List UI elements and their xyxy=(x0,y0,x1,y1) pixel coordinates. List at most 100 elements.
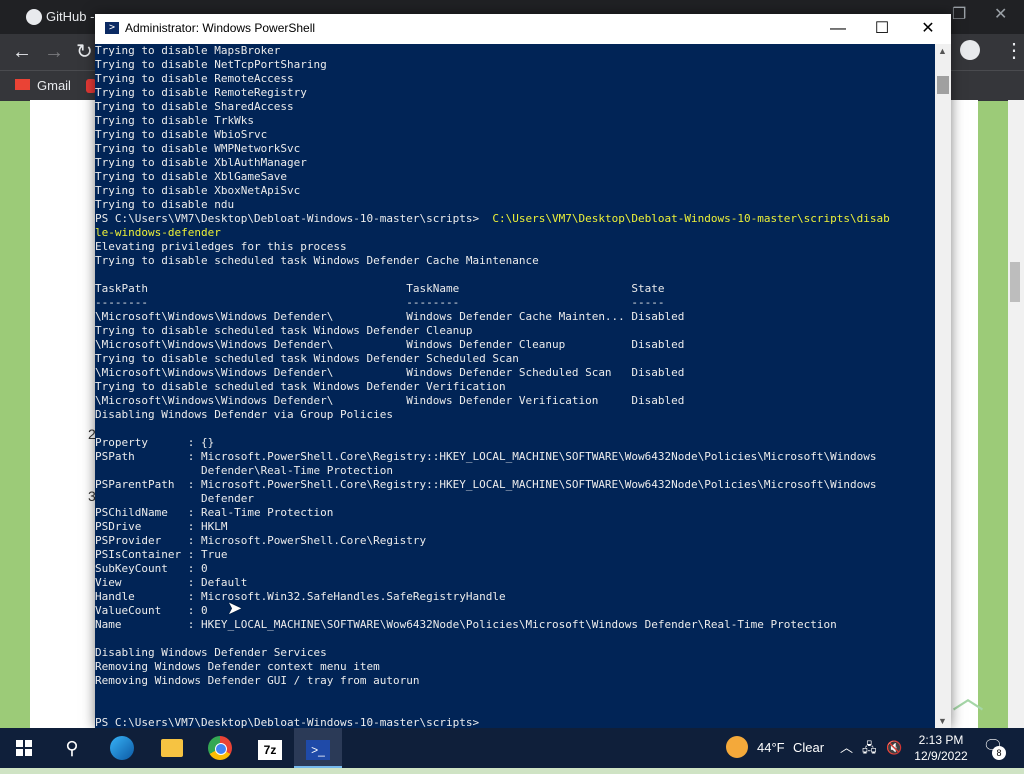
maximize-button[interactable]: ☐ xyxy=(860,17,904,41)
console-line-text: Disabling Windows Defender Services xyxy=(95,646,327,659)
console-line-text: PSPath : Microsoft.PowerShell.Core\Regis… xyxy=(95,450,877,463)
console-line: PS C:\Users\VM7\Desktop\Debloat-Windows-… xyxy=(95,716,935,728)
weather-moon-icon[interactable] xyxy=(726,736,748,758)
taskbar-chrome[interactable] xyxy=(196,728,244,768)
console-line-text: \Microsoft\Windows\Windows Defender\ Win… xyxy=(95,338,685,351)
console-line-text: Trying to disable SharedAccess xyxy=(95,100,294,113)
taskbar-edge[interactable] xyxy=(98,728,146,768)
scroll-up-arrow-icon[interactable]: ▲ xyxy=(938,46,947,56)
console-line-text: PSProvider : Microsoft.PowerShell.Core\R… xyxy=(95,534,427,547)
console-line-text: Trying to disable RemoteRegistry xyxy=(95,86,307,99)
search-icon: ⚲ xyxy=(65,738,79,758)
weather-temperature[interactable]: 44°F xyxy=(757,728,785,768)
console-line: PSPath : Microsoft.PowerShell.Core\Regis… xyxy=(95,450,935,464)
console-line-text: View : Default xyxy=(95,576,248,589)
close-button[interactable]: ✕ xyxy=(906,17,950,41)
console-line-text: Defender\Real-Time Protection xyxy=(95,464,394,477)
console-line: Trying to disable ndu xyxy=(95,198,935,212)
console-command-text: C:\Users\VM7\Desktop\Debloat-Windows-10-… xyxy=(492,212,890,225)
console-line: Defender xyxy=(95,492,935,506)
notification-count-badge: 8 xyxy=(992,746,1006,760)
console-line-text: PSChildName : Real-Time Protection xyxy=(95,506,334,519)
scroll-top-chevron-icon[interactable]: ︿ xyxy=(952,672,984,718)
taskbar-powershell[interactable]: >_ xyxy=(294,728,342,768)
console-line: Disabling Windows Defender via Group Pol… xyxy=(95,408,935,422)
console-line-text: Trying to disable XboxNetApiSvc xyxy=(95,184,301,197)
console-line-text: Trying to disable WMPNetworkSvc xyxy=(95,142,301,155)
search-button[interactable]: ⚲ xyxy=(48,728,96,768)
console-line-text: Elevating priviledges for this process xyxy=(95,240,347,253)
folder-icon xyxy=(161,739,183,757)
console-line: \Microsoft\Windows\Windows Defender\ Win… xyxy=(95,310,935,324)
console-line-text: Trying to disable WbioSrvc xyxy=(95,128,268,141)
console-output[interactable]: Trying to disable MapsBroker Trying to di… xyxy=(95,44,935,728)
taskbar-file-explorer[interactable] xyxy=(148,728,196,768)
console-line: Trying to disable scheduled task Windows… xyxy=(95,380,935,394)
powershell-title-bar[interactable]: > Administrator: Windows PowerShell — ☐ … xyxy=(95,14,951,44)
browser-tab-title: GitHub - W xyxy=(46,9,94,24)
profile-avatar-icon[interactable] xyxy=(960,40,980,60)
console-scrollbar-thumb[interactable] xyxy=(937,76,949,94)
console-line-text: TaskPath TaskName State xyxy=(95,282,665,295)
network-icon[interactable]: 🖧 xyxy=(862,728,877,768)
weather-description[interactable]: Clear xyxy=(793,728,824,768)
console-line: Property : {} xyxy=(95,436,935,450)
console-line-text: Trying to disable XblGameSave xyxy=(95,170,288,183)
7zip-icon: 7z xyxy=(258,740,282,760)
console-line-text: Disabling Windows Defender via Group Pol… xyxy=(95,408,394,421)
console-line: Trying to disable RemoteAccess xyxy=(95,72,935,86)
console-line: Handle : Microsoft.Win32.SafeHandles.Saf… xyxy=(95,590,935,604)
console-line: Trying to disable XboxNetApiSvc xyxy=(95,184,935,198)
console-scrollbar[interactable] xyxy=(935,44,951,728)
console-line-text: Trying to disable scheduled task Windows… xyxy=(95,324,473,337)
browser-tab-github[interactable]: GitHub - W xyxy=(8,4,94,30)
console-line: Defender\Real-Time Protection xyxy=(95,464,935,478)
console-line: Trying to disable MapsBroker xyxy=(95,44,935,58)
volume-muted-icon[interactable]: 🔇 xyxy=(886,728,902,768)
browser-menu-icon[interactable]: ⋮ xyxy=(1004,38,1024,63)
console-line: le-windows-defender xyxy=(95,226,935,240)
console-line-text: Removing Windows Defender context menu i… xyxy=(95,660,380,673)
console-line-text: Trying to disable scheduled task Windows… xyxy=(95,254,539,267)
browser-restore-icon[interactable]: ❐ xyxy=(952,4,966,24)
console-line: Elevating priviledges for this process xyxy=(95,240,935,254)
console-line: Disabling Windows Defender Services xyxy=(95,646,935,660)
console-line-text: Handle : Microsoft.Win32.SafeHandles.Saf… xyxy=(95,590,506,603)
scroll-down-arrow-icon[interactable]: ▼ xyxy=(938,716,947,726)
browser-close-icon[interactable]: ✕ xyxy=(994,4,1007,24)
console-line-text: Trying to disable scheduled task Windows… xyxy=(95,380,506,393)
console-line: Trying to disable scheduled task Windows… xyxy=(95,352,935,366)
window-title: Administrator: Windows PowerShell xyxy=(125,21,316,35)
taskbar-7zip[interactable]: 7z xyxy=(246,728,294,768)
gmail-icon xyxy=(15,79,30,90)
console-line: Removing Windows Defender GUI / tray fro… xyxy=(95,674,935,688)
powershell-taskbar-icon: >_ xyxy=(306,740,330,760)
system-clock[interactable]: 2:13 PM 12/9/2022 xyxy=(914,732,968,764)
page-scrollbar-thumb[interactable] xyxy=(1010,262,1020,302)
console-line: Trying to disable SharedAccess xyxy=(95,100,935,114)
reload-icon[interactable]: ↻ xyxy=(76,40,93,64)
console-line: Trying to disable XblAuthManager xyxy=(95,156,935,170)
console-line: \Microsoft\Windows\Windows Defender\ Win… xyxy=(95,366,935,380)
console-line: PSIsContainer : True xyxy=(95,548,935,562)
taskbar: ⚲ 7z >_ 44°F Clear ︿ 🖧 🔇 2:13 PM 12/9/20… xyxy=(0,728,1024,768)
back-arrow-icon[interactable]: ← xyxy=(12,40,32,64)
tray-chevron-up-icon[interactable]: ︿ xyxy=(840,728,853,768)
console-line-text: Name : HKEY_LOCAL_MACHINE\SOFTWARE\Wow64… xyxy=(95,618,837,631)
start-button[interactable] xyxy=(0,728,48,768)
console-line: Removing Windows Defender context menu i… xyxy=(95,660,935,674)
console-line: PS C:\Users\VM7\Desktop\Debloat-Windows-… xyxy=(95,212,935,226)
console-line: PSChildName : Real-Time Protection xyxy=(95,506,935,520)
console-line: -------- -------- ----- xyxy=(95,296,935,310)
page-scrollbar[interactable] xyxy=(1008,100,1024,728)
minimize-button[interactable]: — xyxy=(816,17,860,41)
console-line: View : Default xyxy=(95,576,935,590)
console-line-text: PSDrive : HKLM xyxy=(95,520,228,533)
console-line: Name : HKEY_LOCAL_MACHINE\SOFTWARE\Wow64… xyxy=(95,618,935,632)
bookmark-gmail[interactable]: Gmail xyxy=(15,78,71,93)
forward-arrow-icon[interactable]: → xyxy=(44,40,64,64)
console-line-text: PS C:\Users\VM7\Desktop\Debloat-Windows-… xyxy=(95,212,493,225)
